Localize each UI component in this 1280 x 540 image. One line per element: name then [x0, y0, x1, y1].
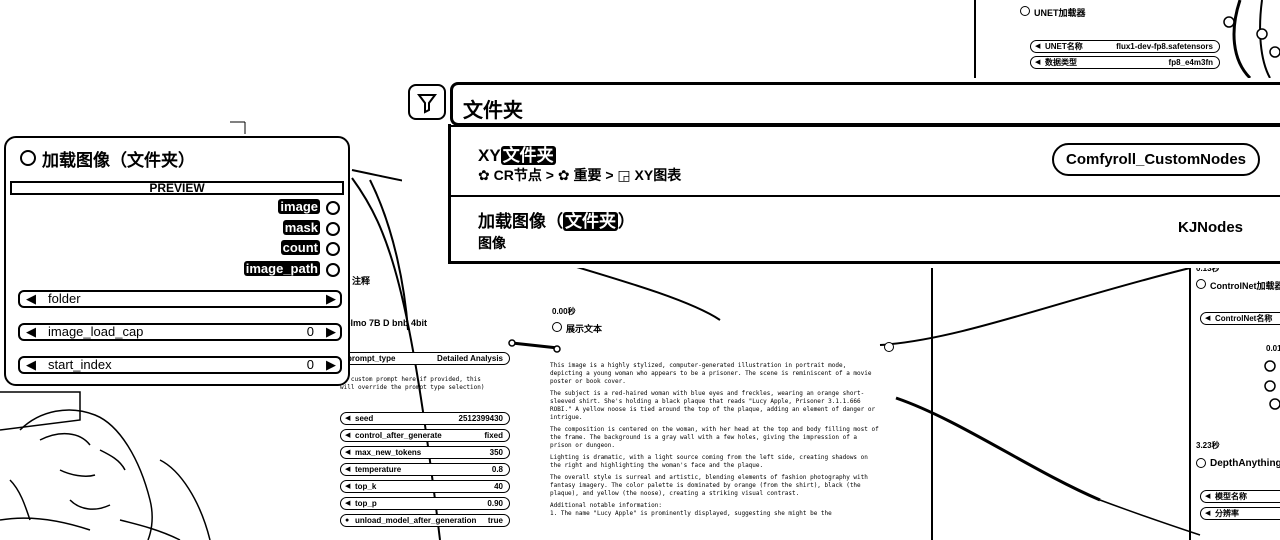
prompt-type-widget[interactable]: prompt_type Detailed Analysis: [340, 352, 510, 365]
gear-icon: ✿: [557, 167, 570, 183]
preview-bar: PREVIEW: [10, 181, 344, 195]
temperature-widget[interactable]: ◀ temperature 0.8: [340, 463, 510, 476]
decrement-arrow-icon[interactable]: ◀: [1205, 491, 1210, 502]
depth-node-time: 3.23秒: [1196, 441, 1220, 450]
output-pin-icon[interactable]: [326, 221, 340, 236]
top-k-widget[interactable]: ◀ top_k 40: [340, 480, 510, 493]
output-count[interactable]: count: [280, 240, 340, 256]
text-paragraph: Additional notable information: 1. The n…: [550, 502, 880, 518]
search-input-box[interactable]: 文件夹: [450, 82, 1280, 126]
small-time-label: 0.01: [1266, 344, 1280, 353]
result-title: XY 文件夹: [478, 146, 556, 165]
text-node-collapse-dot[interactable]: [552, 322, 562, 332]
generated-text-output[interactable]: This image is a highly stylized, compute…: [550, 362, 880, 540]
decrement-arrow-icon[interactable]: ◀: [345, 481, 350, 492]
preview-image: [0, 391, 211, 540]
text-node-title: 展示文本: [566, 324, 603, 334]
decrement-arrow-icon[interactable]: ◀: [1205, 313, 1210, 324]
depth-model-widget[interactable]: ◀ 模型名称: [1200, 490, 1280, 503]
increment-arrow-icon[interactable]: ▶: [326, 292, 336, 306]
result-category-path: ✿ CR节点 > ✿ 重要 > ◲ XY图表: [478, 167, 682, 183]
custom-prompt-textarea[interactable]: er custom prompt here(if provided, this …: [340, 376, 512, 400]
seed-widget[interactable]: ◀ seed 2512399430: [340, 412, 510, 425]
top-p-widget[interactable]: ◀ top_p 0.90: [340, 497, 510, 510]
folder-widget[interactable]: ◀ folder ▶: [18, 290, 342, 308]
start-index-widget[interactable]: ◀ start_index 0 ▶: [18, 356, 342, 374]
text-paragraph: The subject is a red-haired woman with b…: [550, 390, 880, 422]
decrement-arrow-icon[interactable]: ◀: [345, 498, 350, 509]
chart-icon: ◲: [617, 167, 631, 183]
output-pin-icon[interactable]: [326, 262, 340, 277]
llm-fragment-top: 注释: [352, 276, 371, 286]
text-node-time: 0.00秒: [552, 307, 576, 316]
increment-arrow-icon[interactable]: ▶: [326, 358, 336, 372]
chevron-right-icon: >: [605, 167, 614, 183]
depth-collapse-dot[interactable]: [1196, 458, 1206, 468]
image-load-cap-widget[interactable]: ◀ image_load_cap 0 ▶: [18, 323, 342, 341]
unload-model-toggle[interactable]: ● unload_model_after_generation true: [340, 514, 510, 527]
llm-model-name: olmo 7B D bnb 4bit: [345, 318, 427, 328]
text-paragraph: This image is a highly stylized, compute…: [550, 362, 880, 386]
decrement-arrow-icon[interactable]: ◀: [345, 447, 350, 458]
control-after-generate-widget[interactable]: ◀ control_after_generate fixed: [340, 429, 510, 442]
unet-dtype-widget[interactable]: ◀ 数据类型 fp8_e4m3fn: [1030, 56, 1220, 69]
chevron-right-icon: >: [545, 167, 554, 183]
unet-collapse-dot[interactable]: [1020, 6, 1030, 16]
max-new-tokens-widget[interactable]: ◀ max_new_tokens 350: [340, 446, 510, 459]
output-pin-icon[interactable]: [326, 241, 340, 256]
filter-button[interactable]: [408, 84, 446, 120]
decrement-arrow-icon[interactable]: ◀: [1035, 41, 1040, 52]
decrement-arrow-icon[interactable]: ◀: [345, 413, 350, 424]
unet-node-title: UNET加载器: [1034, 8, 1086, 18]
controlnet-name-widget[interactable]: ◀ ControlNet名称: [1200, 312, 1280, 325]
search-input[interactable]: 文件夹: [463, 94, 523, 123]
decrement-arrow-icon[interactable]: ◀: [26, 358, 36, 372]
decrement-arrow-icon[interactable]: ◀: [345, 430, 350, 441]
unet-name-widget[interactable]: ◀ UNET名称 flux1-dev-fp8.safetensors: [1030, 40, 1220, 53]
decrement-arrow-icon[interactable]: ◀: [26, 292, 36, 306]
text-paragraph: The overall style is surreal and artisti…: [550, 474, 880, 498]
text-paragraph: The composition is centered on the woman…: [550, 426, 880, 450]
controlnet-node-title: ControlNet加载器: [1210, 281, 1280, 291]
depth-node-title: DepthAnythingV: [1210, 458, 1280, 469]
node-collapse-dot[interactable]: [20, 150, 36, 166]
gear-icon: ✿: [478, 167, 490, 183]
result-title-match: 文件夹: [563, 212, 618, 231]
result-category-path: 图像: [478, 235, 506, 251]
text-node-input-pin[interactable]: [884, 342, 894, 352]
search-result-load-image-folder[interactable]: 加载图像（ 文件夹） 图像 KJNodes: [448, 195, 1280, 257]
node-title: 加载图像（文件夹）: [42, 151, 195, 170]
toggle-dot-icon: ●: [345, 517, 350, 524]
filter-icon: [417, 94, 437, 114]
output-mask[interactable]: mask: [282, 220, 340, 236]
result-source-badge: Comfyroll_CustomNodes: [1052, 143, 1261, 176]
decrement-arrow-icon[interactable]: ◀: [1035, 57, 1040, 68]
controlnet-collapse-dot[interactable]: [1196, 279, 1206, 289]
decrement-arrow-icon[interactable]: ◀: [26, 325, 36, 339]
preview-label: PREVIEW: [149, 181, 205, 195]
output-image-path[interactable]: image_path: [243, 261, 340, 277]
result-source-label: KJNodes: [1178, 219, 1244, 236]
result-title-match: 文件夹: [500, 146, 556, 165]
increment-arrow-icon[interactable]: ▶: [326, 325, 336, 339]
search-result-xy-folder[interactable]: XY 文件夹 ✿ CR节点 > ✿ 重要 > ◲ XY图表 Comfyroll_C…: [448, 125, 1280, 195]
decrement-arrow-icon[interactable]: ◀: [1205, 508, 1210, 519]
depth-resolution-widget[interactable]: ◀ 分辨率: [1200, 507, 1280, 520]
load-image-folder-node[interactable]: 加载图像（文件夹） PREVIEW image mask count image…: [4, 136, 350, 386]
output-pin-icon[interactable]: [326, 200, 340, 215]
text-paragraph: Lighting is dramatic, with a light sourc…: [550, 454, 880, 470]
decrement-arrow-icon[interactable]: ◀: [345, 464, 350, 475]
output-image[interactable]: image: [278, 199, 340, 215]
result-title: 加载图像（ 文件夹）: [478, 212, 635, 231]
